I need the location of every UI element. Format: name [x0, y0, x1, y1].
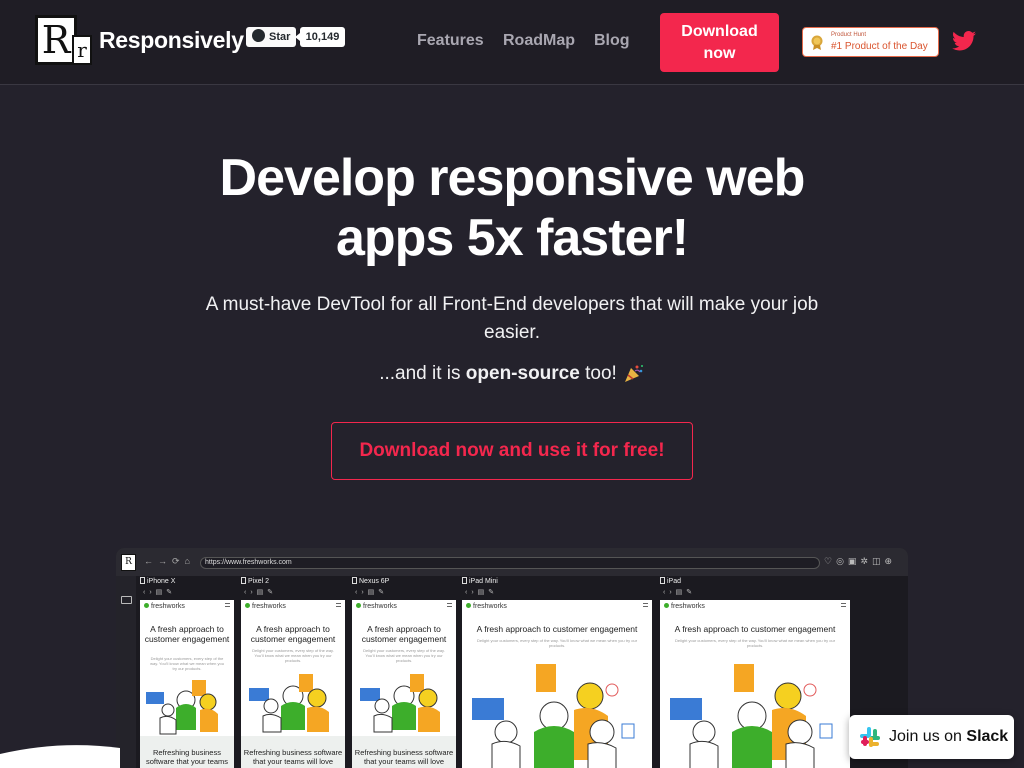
site-brand: freshworks: [144, 603, 185, 610]
site-desc: Delight your customers, every step of th…: [476, 638, 638, 648]
device-tool-icons: ‹›▤✎: [143, 589, 177, 596]
hero-opensource-line: ...and it is open-source too!: [212, 363, 812, 385]
github-star-count[interactable]: 10,149: [295, 27, 345, 47]
producthunt-badge[interactable]: Product Hunt #1 Product of the Day: [802, 27, 939, 57]
producthunt-label: Product Hunt: [831, 32, 867, 38]
slack-bold: Slack: [966, 728, 1009, 745]
site-footer-text: Refreshing business software that your t…: [241, 736, 345, 768]
site-title: A fresh approach to customer engagement: [674, 624, 836, 634]
site-title: A fresh approach to customer engagement: [476, 624, 638, 634]
slack-prefix: Join us on: [889, 728, 967, 745]
opensource-prefix: ...and it is: [379, 363, 466, 384]
device-screen: freshworks A fresh approach to customer …: [660, 600, 850, 768]
site-illustration: [360, 674, 440, 733]
device-tool-icons: ‹›▤✎: [244, 589, 278, 596]
device-nexus-6p: Nexus 6P ‹›▤✎ freshworks A fresh approac…: [352, 576, 456, 768]
hamburger-icon: [336, 603, 341, 607]
hamburger-icon: [841, 603, 846, 607]
preview-nav-icons: ←→⟳⌂: [144, 556, 195, 566]
slack-icon: [860, 727, 880, 747]
logo[interactable]: R r: [35, 15, 93, 67]
preview-logo: R: [121, 554, 136, 571]
site-desc: Delight your customers, every step of th…: [252, 648, 334, 663]
site-illustration: [670, 664, 833, 768]
site-title: A fresh approach to customer engagement: [144, 624, 230, 644]
device-screen: freshworks A fresh approach to customer …: [462, 600, 652, 768]
hero-title-line1: Develop responsive web: [219, 149, 806, 207]
device-ipad-mini: iPad Mini ‹›▤✎ freshworks A fresh approa…: [462, 576, 652, 768]
medal-icon: [811, 35, 823, 50]
nav-roadmap[interactable]: RoadMap: [503, 32, 575, 50]
site-desc: Delight your customers, every step of th…: [150, 656, 224, 671]
preview-tool-icons: ♡◎▣✲◫⊕: [824, 556, 897, 566]
site-title: A fresh approach to customer engagement: [250, 624, 336, 644]
device-tool-icons: ‹›▤✎: [663, 589, 697, 596]
device-screen: freshworks A fresh approach to customer …: [352, 600, 456, 768]
twitter-icon[interactable]: [952, 31, 976, 51]
hamburger-icon: [225, 603, 230, 607]
device-label: iPad Mini: [462, 576, 652, 588]
site-footer-text: Refreshing business software that your t…: [140, 736, 234, 768]
device-screen: freshworks A fresh approach to customer …: [241, 600, 345, 768]
slack-label: Join us on Slack: [889, 728, 1008, 746]
site-desc: Delight your customers, every step of th…: [363, 648, 445, 663]
device-screen: freshworks A fresh approach to customer …: [140, 600, 234, 768]
device-label: Nexus 6P: [352, 576, 456, 588]
device-ipad: iPad ‹›▤✎ freshworks A fresh approach to…: [660, 576, 850, 768]
site-brand: freshworks: [664, 603, 705, 610]
device-label: iPhone X: [140, 576, 234, 588]
site-footer-text: Refreshing business software that your t…: [352, 736, 456, 768]
party-popper-icon: [624, 365, 643, 382]
site-illustration: [249, 674, 329, 733]
logo-letter-big: R: [35, 15, 77, 65]
nav-blog[interactable]: Blog: [594, 32, 630, 50]
site-brand: freshworks: [466, 603, 507, 610]
producthunt-rank: #1 Product of the Day: [831, 41, 928, 52]
download-button-line1: Download: [681, 23, 758, 40]
join-slack-button[interactable]: Join us on Slack: [849, 715, 1014, 759]
bottom-curve-decoration: [0, 745, 120, 768]
hero-title: Develop responsive web apps 5x faster!: [112, 148, 912, 268]
brand-name[interactable]: Responsively: [99, 27, 244, 54]
device-tool-icons: ‹›▤✎: [355, 589, 389, 596]
hamburger-icon: [643, 603, 648, 607]
site-illustration: [146, 680, 218, 735]
logo-letter-small: r: [72, 35, 92, 65]
github-star-button[interactable]: Star: [246, 27, 296, 47]
preview-toolbar: R ←→⟳⌂ https://www.freshworks.com ♡◎▣✲◫⊕: [116, 548, 908, 576]
download-button-line2: now: [703, 45, 736, 62]
site-header: R r Responsively Star 10,149 Features Ro…: [0, 0, 1024, 85]
download-free-cta-button[interactable]: Download now and use it for free!: [331, 422, 693, 480]
site-brand: freshworks: [356, 603, 397, 610]
devices-icon: [121, 596, 132, 604]
opensource-suffix: too!: [579, 363, 617, 384]
github-icon: [252, 29, 265, 42]
site-illustration: [472, 664, 635, 768]
download-now-button[interactable]: Download now: [660, 13, 779, 72]
hamburger-icon: [447, 603, 452, 607]
hero-subtitle: A must-have DevTool for all Front-End de…: [205, 294, 819, 343]
hero-title-line2: apps 5x faster!: [335, 209, 689, 267]
device-label: iPad: [660, 576, 850, 588]
device-tool-icons: ‹›▤✎: [465, 589, 499, 596]
device-iphone-x: iPhone X ‹›▤✎ freshworks A fresh approac…: [140, 576, 234, 768]
device-pixel-2: Pixel 2 ‹›▤✎ freshworks A fresh approach…: [241, 576, 345, 768]
site-brand: freshworks: [245, 603, 286, 610]
opensource-bold: open-source: [465, 363, 580, 384]
github-star-label: Star: [269, 31, 291, 43]
nav-features[interactable]: Features: [417, 32, 484, 50]
site-desc: Delight your customers, every step of th…: [674, 638, 836, 648]
preview-url-bar: https://www.freshworks.com: [200, 557, 820, 569]
site-title: A fresh approach to customer engagement: [361, 624, 447, 644]
app-screenshot: R ←→⟳⌂ https://www.freshworks.com ♡◎▣✲◫⊕…: [116, 548, 908, 768]
device-label: Pixel 2: [241, 576, 345, 588]
